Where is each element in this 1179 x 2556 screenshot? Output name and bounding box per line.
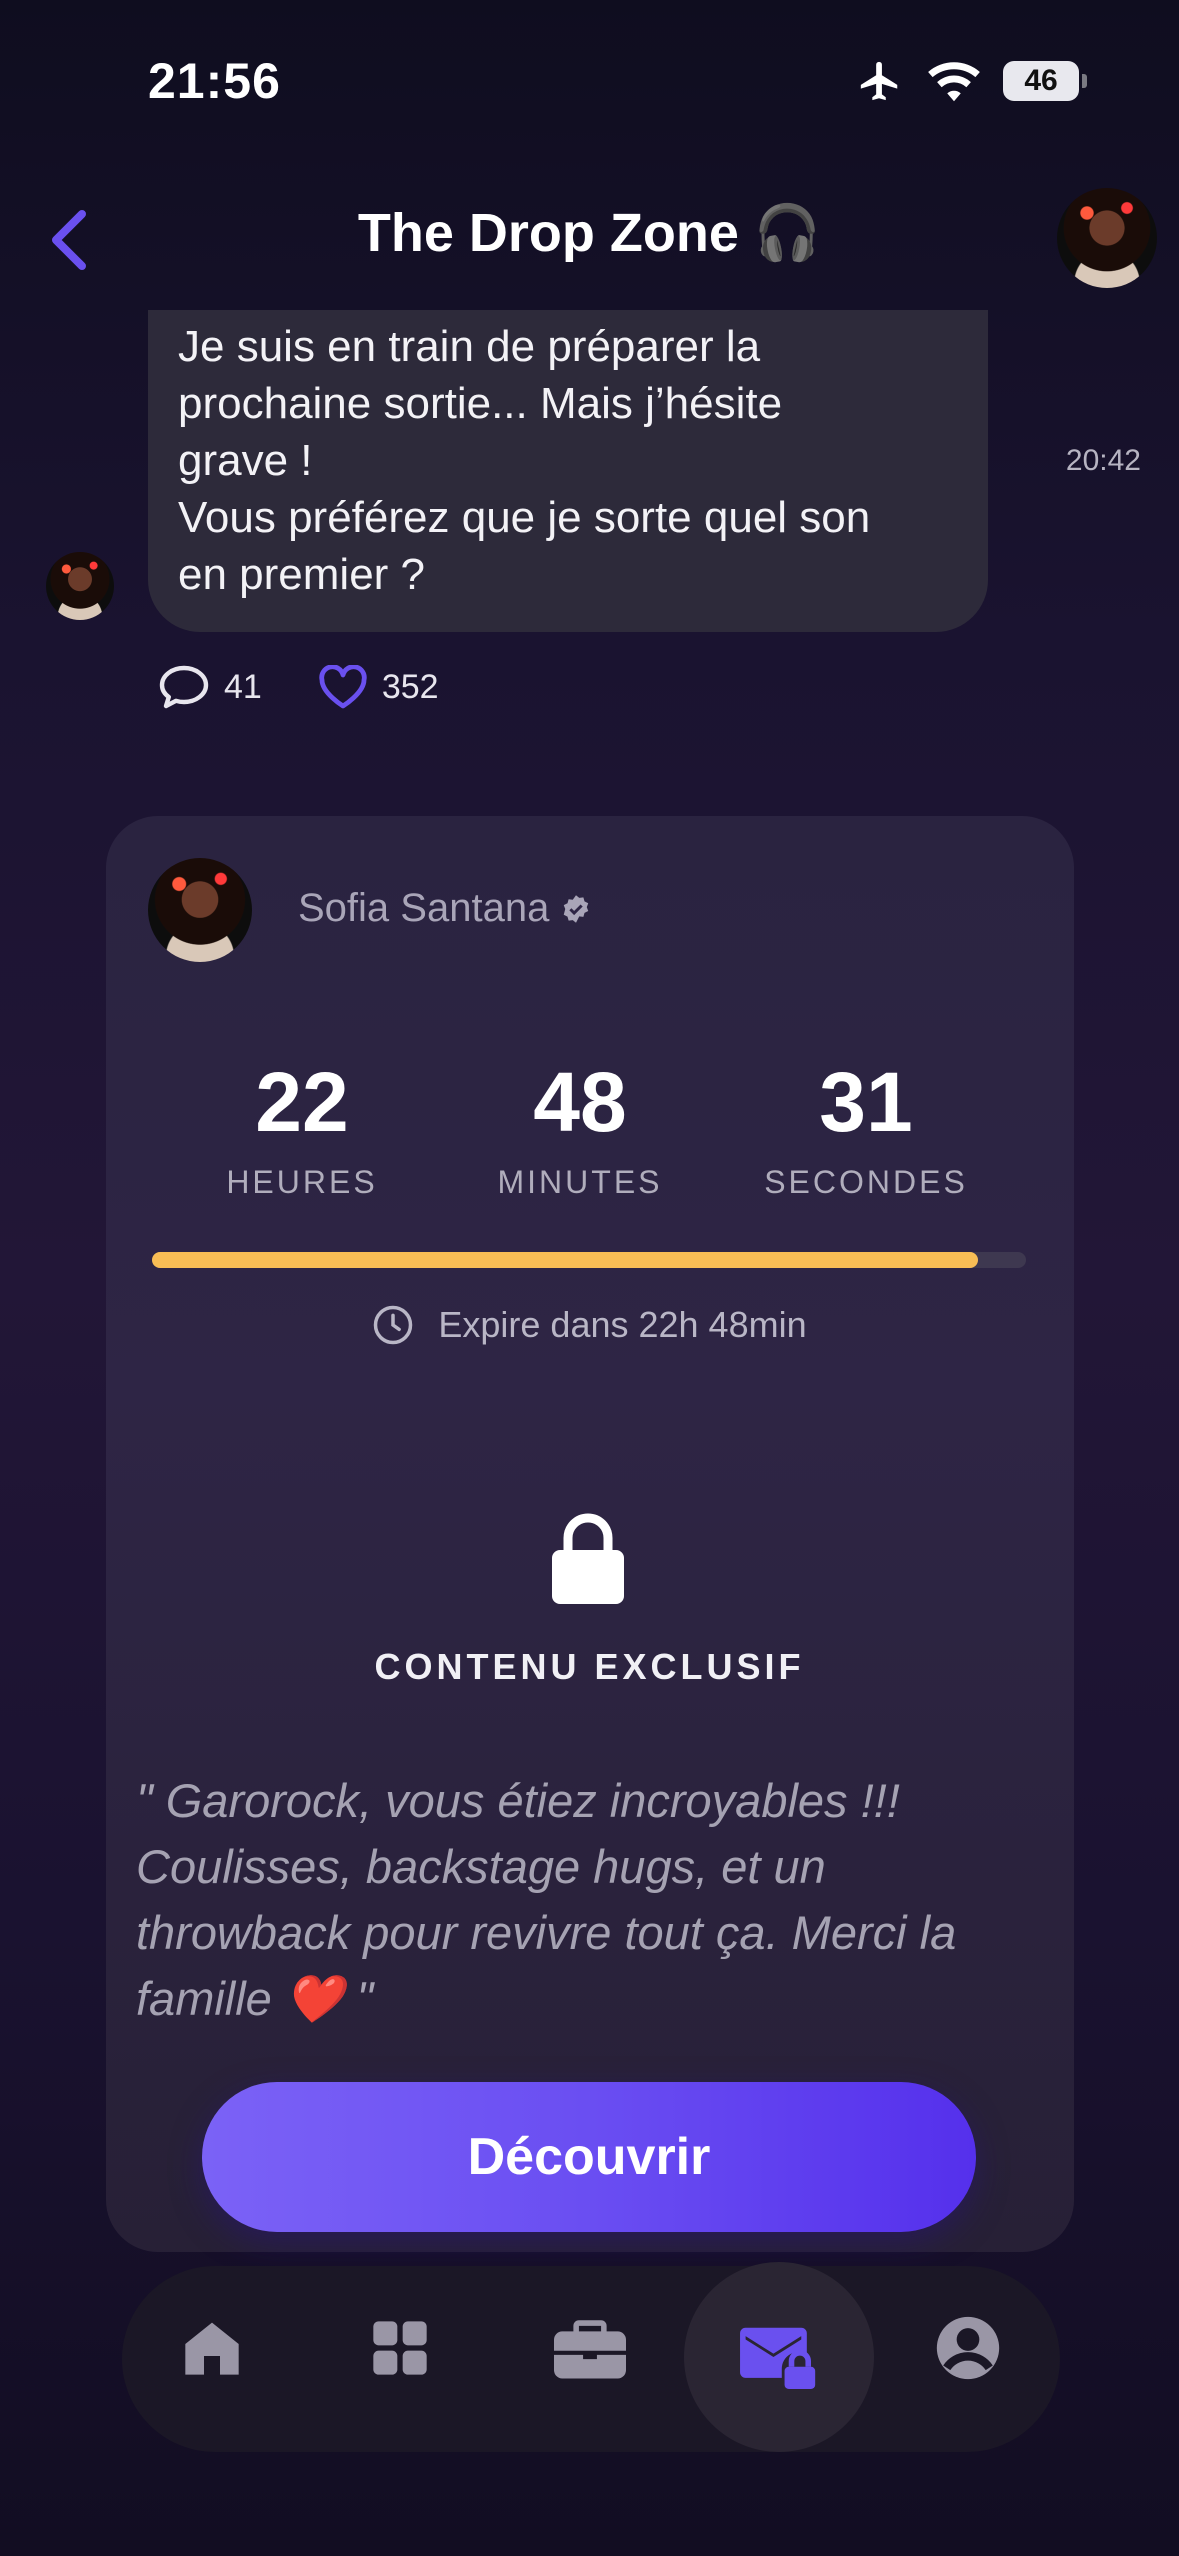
seconds-value: 31 [819,1055,913,1149]
status-time: 21:56 [148,53,281,109]
page-title: The Drop Zone 🎧 [357,203,822,263]
message-line: Je suis en train de préparer la [178,322,761,371]
profile-icon [936,2316,1000,2380]
header-avatar[interactable] [1057,188,1157,288]
message-line: Vous préférez que je sorte quel son [178,493,871,542]
likes-button[interactable]: 352 [318,665,439,709]
lock-icon [552,1513,624,1604]
exclusive-label: CONTENU EXCLUSIF [374,1646,805,1687]
nav-briefcase[interactable] [530,2288,650,2408]
expire-row: Expire dans 22h 48min [0,1304,1179,1346]
expire-text: Expire dans 22h 48min [438,1304,807,1345]
comments-count: 41 [224,667,262,706]
nav-home[interactable] [152,2288,272,2408]
message-bubble: Je suis en train de préparer la prochain… [148,310,988,632]
home-icon [185,2322,239,2375]
likes-count: 352 [381,667,439,706]
minutes-value: 48 [533,1055,627,1149]
hours-value: 22 [255,1055,349,1149]
wifi-icon [928,62,980,102]
heart-icon [319,665,367,709]
seconds-label: SECONDES [764,1164,968,1200]
nav-messages[interactable] [719,2297,839,2417]
airplane-icon [860,61,898,101]
message-line: en premier ? [178,550,426,599]
artist-avatar[interactable] [148,858,252,962]
battery-icon: 46 [1003,61,1087,101]
quote-line: famille ❤️ " [136,1972,374,2025]
message-avatar[interactable] [46,552,114,620]
countdown-seconds: 31 SECONDES [716,1052,1016,1201]
message-line: grave ! [178,436,313,485]
artist-name: Sofia Santana [298,886,550,930]
comments-button[interactable]: 41 [158,664,262,710]
quote-line: Coulisses, backstage hugs, et un [136,1840,826,1893]
artist-name-row[interactable]: Sofia Santana [298,886,591,931]
nav-profile[interactable] [908,2288,1028,2408]
hours-label: HEURES [226,1164,378,1200]
mail-lock-icon [740,2327,816,2389]
message-line: prochaine sortie... Mais j’hésite [178,379,783,428]
clock-icon [374,1305,413,1345]
quote-line: throwback pour revivre tout ça. Merci la [136,1906,957,1959]
nav-grid[interactable] [340,2288,460,2408]
discover-button[interactable]: Découvrir [202,2082,976,2232]
countdown-hours: 22 HEURES [152,1052,452,1201]
message-reactions: 41 352 [158,664,495,710]
post-quote: " Garorock, vous étiez incroyables !!! C… [136,1768,1046,2032]
grid-icon [373,2321,427,2375]
time-progress-fill [152,1252,978,1268]
status-icons: 46 [855,58,1087,104]
time-progress-bar [152,1252,1026,1268]
message-time: 20:42 [1065,444,1141,477]
quote-line: " Garorock, vous étiez incroyables !!! [136,1774,900,1827]
comment-icon [159,665,209,709]
countdown-minutes: 48 MINUTES [430,1052,730,1201]
briefcase-icon [554,2320,626,2379]
minutes-label: MINUTES [497,1164,663,1200]
verified-badge-icon [564,894,589,923]
